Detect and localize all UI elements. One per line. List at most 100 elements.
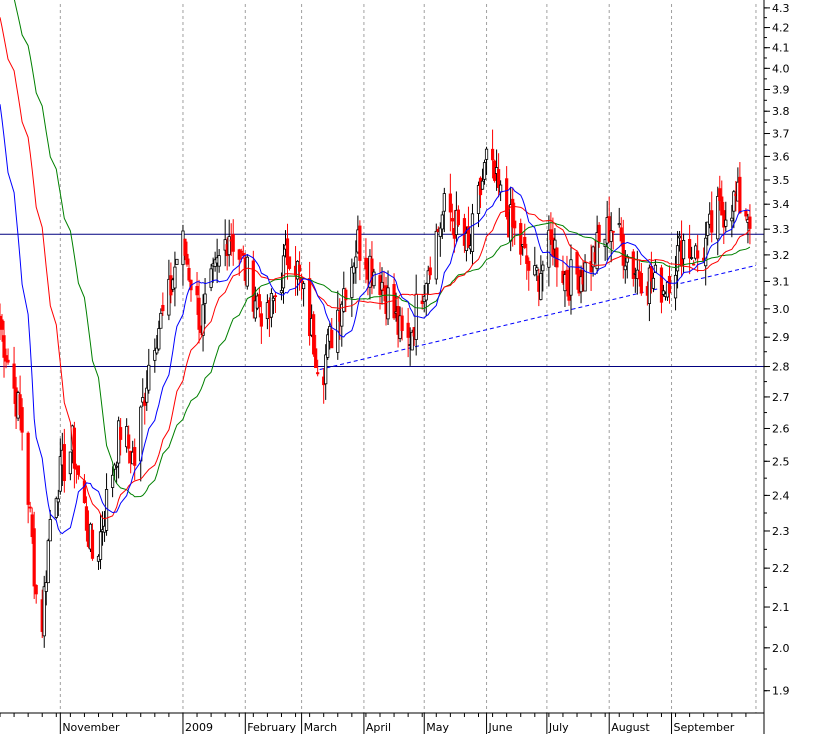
y-tick-label: 3.7 bbox=[772, 128, 790, 141]
candle-body bbox=[690, 257, 694, 259]
candle-body bbox=[406, 322, 410, 338]
candle-body bbox=[499, 184, 503, 193]
candle-body bbox=[139, 406, 143, 462]
candle-body bbox=[161, 304, 165, 312]
candle-body bbox=[147, 364, 151, 391]
candle-body bbox=[34, 584, 38, 595]
candle-body bbox=[259, 313, 263, 327]
candle-body bbox=[424, 283, 428, 301]
candle-body bbox=[271, 297, 276, 302]
candle-body bbox=[480, 180, 485, 190]
y-tick-label: 1.9 bbox=[772, 685, 790, 698]
x-month-label: August bbox=[611, 721, 650, 734]
candle-body bbox=[428, 267, 432, 276]
y-tick-label: 3.6 bbox=[772, 150, 790, 163]
candle-body bbox=[28, 506, 32, 509]
candle-body bbox=[183, 238, 187, 256]
candle-body bbox=[127, 434, 131, 449]
candle-body bbox=[324, 354, 328, 385]
candle-body bbox=[450, 218, 454, 222]
candle-body bbox=[119, 427, 123, 440]
candle-body bbox=[185, 253, 189, 265]
candle-body bbox=[513, 220, 517, 229]
candle-body bbox=[316, 372, 320, 375]
candle-body bbox=[400, 315, 404, 331]
y-tick-label: 4.0 bbox=[772, 62, 790, 75]
candle-body bbox=[372, 271, 376, 287]
candle-body bbox=[442, 193, 446, 212]
y-tick-label: 2.8 bbox=[772, 361, 790, 374]
candle-body bbox=[209, 268, 213, 288]
candle-body bbox=[673, 274, 678, 299]
y-tick-label: 3.9 bbox=[772, 84, 790, 97]
candle-body bbox=[710, 210, 714, 233]
x-month-label: 2009 bbox=[185, 721, 213, 734]
candle-body bbox=[115, 465, 119, 468]
candle-body bbox=[98, 531, 103, 560]
candle-body bbox=[482, 162, 487, 180]
y-tick-label: 2.6 bbox=[772, 422, 790, 435]
x-month-label: July bbox=[548, 721, 569, 734]
candle-body bbox=[159, 312, 163, 329]
candle-body bbox=[297, 264, 302, 272]
y-tick-label: 2.1 bbox=[772, 601, 790, 614]
candle-body bbox=[688, 238, 692, 259]
candle-body bbox=[187, 267, 191, 281]
candle-body bbox=[748, 216, 752, 229]
candle-body bbox=[692, 263, 696, 266]
candle-body bbox=[110, 474, 115, 488]
candle-body bbox=[569, 259, 573, 296]
candle-body bbox=[84, 506, 89, 531]
candle-body bbox=[20, 407, 24, 433]
candle-body bbox=[440, 214, 444, 230]
candle-body bbox=[523, 236, 527, 248]
candle-body bbox=[730, 217, 734, 222]
candle-body bbox=[667, 275, 672, 294]
candle-body bbox=[281, 255, 286, 289]
candle-body bbox=[32, 528, 36, 587]
candle-body bbox=[386, 287, 390, 320]
y-tick-label: 3.5 bbox=[772, 174, 790, 187]
candle-body bbox=[239, 250, 243, 253]
candle-body bbox=[231, 234, 235, 252]
candle-body bbox=[217, 255, 221, 267]
x-month-label: September bbox=[674, 721, 735, 734]
candle-body bbox=[354, 256, 358, 269]
y-tick-label: 4.2 bbox=[772, 22, 790, 35]
candle-body bbox=[659, 267, 664, 303]
candle-body bbox=[744, 210, 748, 217]
candle-body bbox=[197, 297, 201, 330]
candle-body bbox=[68, 451, 72, 475]
candle-body bbox=[314, 348, 318, 369]
candle-body bbox=[621, 234, 625, 266]
y-tick-label: 3.3 bbox=[772, 223, 790, 236]
candle-body bbox=[434, 230, 438, 280]
candle-body bbox=[173, 266, 177, 289]
candle-body bbox=[133, 447, 137, 466]
candle-body bbox=[617, 223, 621, 226]
y-tick-label: 2.4 bbox=[772, 489, 790, 502]
candle-body bbox=[555, 247, 559, 268]
candle-body bbox=[90, 529, 95, 559]
y-tick-label: 2.0 bbox=[772, 642, 790, 655]
candle-body bbox=[46, 540, 50, 584]
candle-body bbox=[241, 252, 245, 256]
candle-body bbox=[535, 267, 539, 271]
x-month-label: March bbox=[304, 721, 338, 734]
candle-body bbox=[484, 148, 489, 160]
y-tick-label: 2.3 bbox=[772, 525, 790, 538]
candle-body bbox=[597, 224, 601, 243]
candle-body bbox=[583, 262, 587, 292]
candle-body bbox=[227, 236, 231, 256]
candle-body bbox=[696, 250, 700, 259]
y-tick-label: 3.8 bbox=[772, 105, 790, 118]
x-month-label: November bbox=[62, 721, 120, 734]
candle-body bbox=[312, 314, 316, 355]
candle-body bbox=[490, 148, 495, 161]
candle-body bbox=[448, 193, 452, 213]
candle-body bbox=[195, 285, 199, 296]
candle-body bbox=[639, 272, 643, 294]
candle-body bbox=[681, 239, 686, 260]
y-tick-label: 2.9 bbox=[772, 331, 790, 344]
candle-body bbox=[330, 329, 334, 349]
